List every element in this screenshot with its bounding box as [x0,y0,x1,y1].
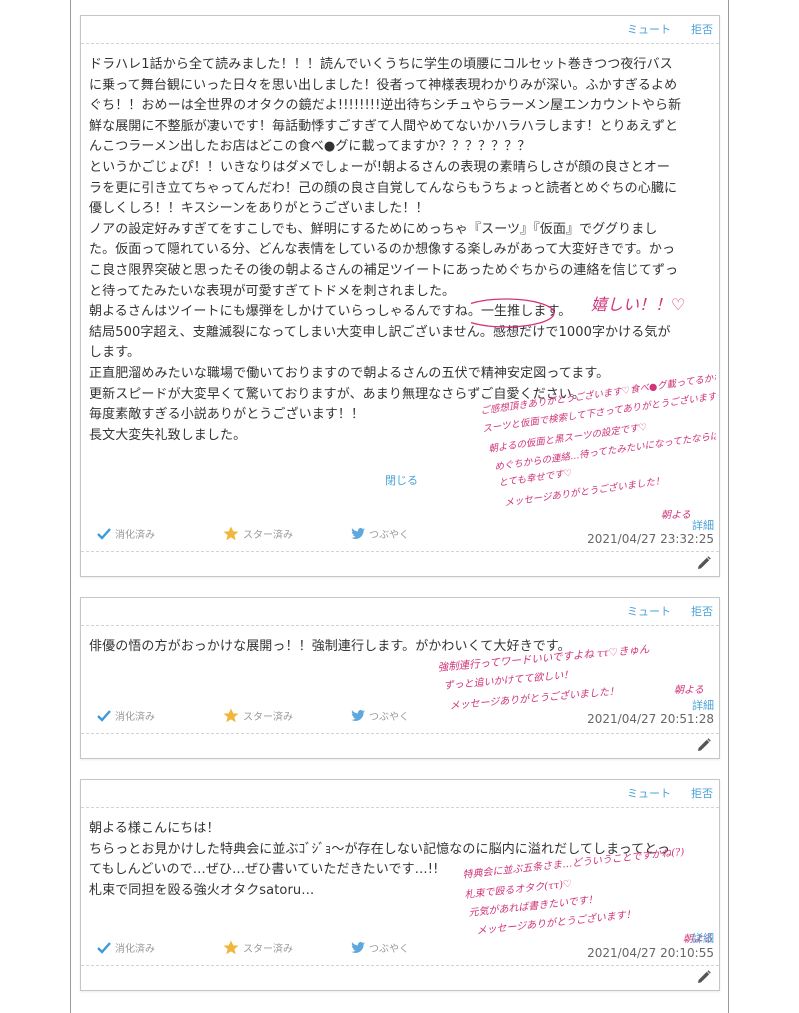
starred-label: スター済み [243,712,293,723]
check-icon [97,941,111,954]
message-line: ぐち！！おめーは全世界のオタクの鏡だよ!!!!!!!!逆出待ちシチュやらラーメン… [89,98,682,114]
starred-label: スター済み [243,530,293,541]
action-row: 消化済み スター済み つぶやく [81,704,719,728]
message-line: こ良さ限界突破と思ったその後の朝よるさんの補足ツイートにあっためぐちからの連絡を… [89,262,679,278]
star-button[interactable]: スター済み [223,940,293,955]
message-line: ドラハレ1話から全て読みました！！！読んでいくうちに学生の頃腰にコルセット巻きつ… [89,57,673,72]
tweet-label: つぶやく [369,944,409,955]
message-body: 俳優の悟の方がおっかけな展開っ！！強制連行します。がかわいくて大好きです。 [89,637,711,658]
card-footer [81,551,719,576]
message-line: と待ってたみたいな表現が可愛すぎてトドメを刺されました。 [89,283,456,299]
message-line: た。仮面って隠れている分、どんな表情をしているのか想像する楽しみがあって大変好き… [89,242,676,258]
tweet-button[interactable]: つぶやく [351,940,409,955]
reply-line: ずっと追いかけてて欲しい！ [443,669,574,692]
twitter-bird-icon [351,941,365,953]
check-icon [97,527,111,540]
action-row: 消化済み スター済み つぶやく [81,522,719,546]
card-header: ミュート 拒否 [81,16,719,44]
message-body: ドラハレ1話から全て読みました！！！読んでいくうちに学生の頃腰にコルセット巻きつ… [89,55,711,446]
pencil-icon[interactable] [697,970,711,984]
reply-signature: 朝よる [674,684,704,696]
message-line: に乗って舞台観にいった日々を思い出しました！役者って神様表現わかりみが深い。ふか… [89,77,678,93]
star-icon [223,940,239,955]
tweet-label: つぶやく [369,530,409,541]
star-icon [223,708,239,723]
twitter-bird-icon [351,709,365,721]
mute-link[interactable]: ミュート [627,21,671,37]
twitter-bird-icon [351,527,365,539]
reply-line: メッセージありがとうございます！ [476,908,636,937]
message-line: 毎度素敵すぎる小説ありがとうございます！！ [89,407,365,423]
message-line: というかごじょぴ！！いきなりはダメでしょーが!朝よるさんの表現の素晴らしさが顔の… [89,159,670,175]
digested-label: 消化済み [115,712,155,723]
starred-label: スター済み [243,944,293,955]
reply-line: とても幸せです♡ [498,468,573,489]
message-card: ミュート 拒否 ドラハレ1話から全て読みました！！！読んでいくうちに学生の頃腰に… [80,15,752,577]
mute-link[interactable]: ミュート [627,785,671,801]
digested-button[interactable]: 消化済み [97,526,155,541]
message-line: 俳優の悟の方がおっかけな展開っ！！強制連行します。がかわいくて大好きです。 [89,639,571,654]
pencil-icon[interactable] [697,738,711,752]
message-line: てもしんどいので…ぜひ…ぜひ書いていただきたいです…!! [89,862,439,878]
left-rail [70,0,71,1013]
message-line: ノアの設定好みすぎてをすこしでも、鮮明にするためにめっちゃ『スーツ』『仮面』でグ… [89,221,658,237]
star-button[interactable]: スター済み [223,526,293,541]
tweet-button[interactable]: つぶやく [351,526,409,541]
digested-button[interactable]: 消化済み [97,940,155,955]
message-line: 長文大変失礼致しました。 [89,427,247,443]
message-body: 朝よる様こんにちは！ ちらっとお見かけした特典会に並ぶｺﾞｼﾞｮ〜が存在しない記… [89,819,711,901]
message-line: します。 [89,345,141,361]
pencil-icon[interactable] [697,556,711,570]
message-line: ちらっとお見かけした特典会に並ぶｺﾞｼﾞｮ〜が存在しない記憶なのに脳内に溢れだし… [89,841,671,857]
digested-button[interactable]: 消化済み [97,708,155,723]
right-rail [728,0,729,1013]
message-line: 更新スピードが大変早くて驚いておりますが、あまり無理なさらずご自愛ください。 [89,386,586,402]
message-line: 朝よる様こんにちは！ [89,821,220,836]
card-footer [81,965,719,990]
message-line: 優しくしろ！！キスシーンをありがとうございました！！ [89,201,429,217]
message-card: ミュート 拒否 朝よる様こんにちは！ ちらっとお見かけした特典会に並ぶｺﾞｼﾞｮ… [80,779,720,991]
reject-link[interactable]: 拒否 [691,21,713,37]
star-icon [223,526,239,541]
message-line: 鮮な展開に不整脈が凄いです！毎話動悸すごすぎて人間やめてないかハラハラします！と… [89,118,679,134]
mute-link[interactable]: ミュート [627,603,671,619]
tweet-button[interactable]: つぶやく [351,708,409,723]
card-header: ミュート 拒否 [81,780,719,808]
message-line: 朝よるさんはツイートにも爆弾をしかけていらっしゃるんですね。一生推します。 [89,304,572,320]
reply-line: メッセージありがとうございました！ [504,475,665,509]
star-button[interactable]: スター済み [223,708,293,723]
message-line: 札束で同担を殴る強火オタクsatoru… [89,882,315,898]
reject-link[interactable]: 拒否 [691,785,713,801]
card-header: ミュート 拒否 [81,598,719,626]
message-card: ミュート 拒否 俳優の悟の方がおっかけな展開っ！！強制連行します。がかわいくて大… [80,597,720,759]
action-row: 消化済み スター済み つぶやく [81,936,719,960]
digested-label: 消化済み [115,944,155,955]
digested-label: 消化済み [115,530,155,541]
message-line: ラを更に引き立てちゃってんだわ！己の顔の良さ自覚してんならもうちょっと読者とめぐ… [89,180,678,196]
message-line: 結局500字超え、支離滅裂になってしまい大変申し訳ございません。感想だけで100… [89,324,671,340]
card-footer [81,733,719,758]
tweet-label: つぶやく [369,712,409,723]
reply-signature: 朝よる [661,509,691,521]
message-line: 正直肥溜めみたいな職場で働いておりますので朝よるさんの五伏で精神安定図ってます。 [89,365,610,381]
message-line: んこつラーメン出したお店はどこの食べ●グに載ってますか？？？？？？？ [89,139,531,155]
check-icon [97,709,111,722]
reject-link[interactable]: 拒否 [691,603,713,619]
close-link[interactable]: 閉じる [385,472,418,488]
